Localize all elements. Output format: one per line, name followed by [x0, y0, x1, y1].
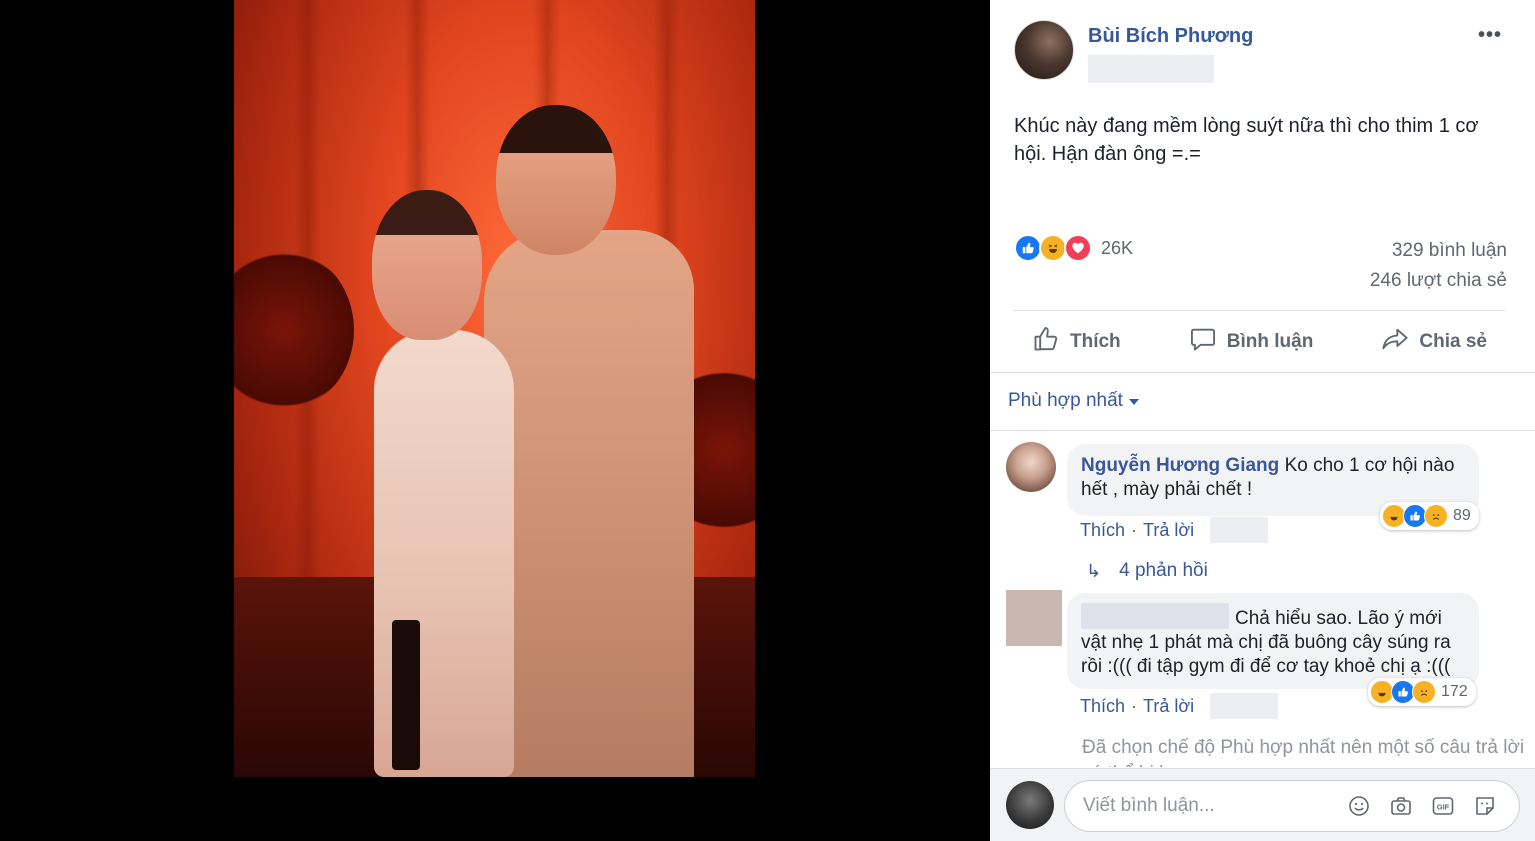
post-photo[interactable]	[234, 0, 755, 777]
love-icon	[1064, 234, 1092, 262]
relevance-filter-note: Đã chọn chế độ Phù hợp nhất nên một số c…	[1082, 737, 1525, 767]
photo-viewer: Bùi Bích Phương ••• Khúc này đang mềm lò…	[0, 0, 1535, 841]
divider	[990, 372, 1535, 373]
commenter-avatar[interactable]	[1006, 442, 1056, 492]
post-side-panel: Bùi Bích Phương ••• Khúc này đang mềm lò…	[990, 0, 1535, 841]
divider	[990, 430, 1535, 431]
reaction-count: 26K	[1101, 237, 1134, 258]
commenter-avatar[interactable]	[1006, 590, 1062, 646]
post-action-bar: Thích Bình luận Chia sẻ	[1014, 320, 1505, 364]
view-replies-link[interactable]: ↳ 4 phản hồi	[1086, 560, 1208, 582]
sticker-icon[interactable]	[1471, 792, 1499, 820]
gun-silhouette	[392, 620, 420, 770]
foliage	[234, 250, 354, 410]
share-arrow-icon	[1381, 325, 1409, 359]
comment-bubble: Chả hiểu sao. Lão ý mới vật nhẹ 1 phát m…	[1067, 593, 1479, 689]
camera-icon[interactable]	[1387, 792, 1415, 820]
divider	[1014, 310, 1505, 311]
comment-reply-link[interactable]: Trả lời	[1143, 520, 1194, 541]
comment-like-link[interactable]: Thích	[1080, 520, 1125, 541]
more-options-button[interactable]: •••	[1478, 24, 1502, 47]
commenter-name[interactable]: Nguyễn Hương Giang	[1081, 455, 1279, 476]
speech-bubble-icon	[1189, 325, 1217, 359]
comment-meta: Thích · Trả lời	[1080, 693, 1279, 719]
separator-dot: ·	[1131, 519, 1138, 540]
replies-label: 4 phản hồi	[1119, 560, 1208, 581]
like-icon	[1014, 234, 1042, 262]
like-button[interactable]: Thích	[1014, 325, 1139, 359]
reply-arrow-icon: ↳	[1086, 560, 1102, 581]
comment-count[interactable]: 329 bình luận	[1392, 240, 1507, 262]
comment-reply-link[interactable]: Trả lời	[1143, 696, 1194, 717]
sort-label: Phù hợp nhất	[1008, 390, 1123, 411]
comment-time-redacted	[1210, 517, 1269, 543]
svg-text:GIF: GIF	[1437, 803, 1450, 812]
author-name[interactable]: Bùi Bích Phương	[1088, 25, 1253, 48]
like-label: Thích	[1070, 331, 1121, 352]
comment-button[interactable]: Bình luận	[1171, 325, 1332, 359]
gif-icon[interactable]: GIF	[1429, 792, 1457, 820]
separator-dot: ·	[1131, 695, 1138, 716]
comment-sort-dropdown[interactable]: Phù hợp nhất	[1008, 390, 1139, 412]
thumbs-up-icon	[1032, 325, 1060, 359]
reaction-summary[interactable]: 26K	[1014, 233, 1133, 263]
comment-reaction-summary[interactable]: 89	[1380, 502, 1479, 530]
commenter-name-redacted	[1081, 603, 1229, 629]
comment-time-redacted	[1210, 693, 1279, 719]
man-head	[496, 105, 616, 255]
comment-label: Bình luận	[1226, 331, 1314, 352]
share-button[interactable]: Chia sẻ	[1363, 325, 1505, 359]
comment-reaction-count: 89	[1453, 507, 1471, 524]
post-timestamp-redacted	[1088, 55, 1214, 83]
comment-reaction-count: 172	[1441, 683, 1468, 700]
comment-like-link[interactable]: Thích	[1080, 696, 1125, 717]
caret-down-icon	[1128, 399, 1139, 405]
post-text: Khúc này đang mềm lòng suýt nữa thì cho …	[1014, 115, 1479, 165]
emoji-icon[interactable]	[1345, 792, 1373, 820]
man-figure	[484, 230, 694, 777]
woman-head	[372, 190, 482, 340]
comment-reaction-summary[interactable]: 172	[1368, 678, 1476, 706]
author-avatar[interactable]	[1014, 20, 1074, 80]
current-user-avatar[interactable]	[1006, 781, 1054, 829]
sad-icon	[1412, 680, 1436, 704]
haha-icon	[1039, 234, 1067, 262]
share-label: Chia sẻ	[1419, 331, 1487, 352]
sad-icon	[1424, 504, 1448, 528]
share-count[interactable]: 246 lượt chia sẻ	[1370, 270, 1507, 292]
comment-meta: Thích · Trả lời	[1080, 517, 1269, 543]
